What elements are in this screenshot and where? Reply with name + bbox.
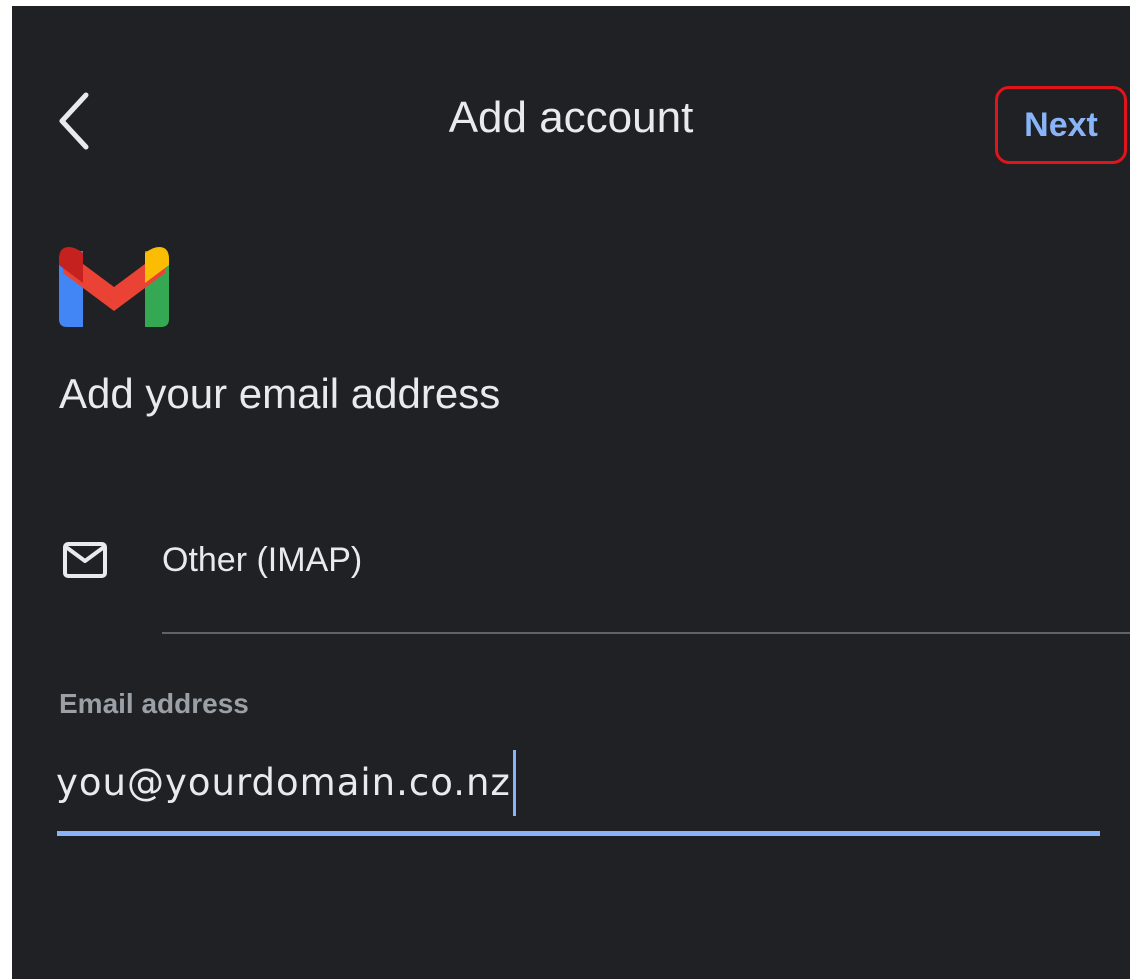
gmail-logo-icon: [59, 247, 169, 327]
email-field-label: Email address: [59, 688, 249, 719]
provider-label: Other (IMAP): [162, 541, 363, 579]
email-input-underline: [57, 831, 1100, 836]
add-account-screen: Add account Next Add your email address …: [12, 6, 1130, 979]
email-input[interactable]: [56, 750, 1099, 814]
text-cursor: [512, 750, 516, 816]
provider-option-other-imap[interactable]: Other (IMAP): [12, 516, 1130, 606]
add-email-heading: Add your email address: [59, 370, 501, 417]
back-button[interactable]: [48, 86, 98, 156]
divider: [162, 632, 1130, 634]
chevron-left-icon: [59, 92, 89, 150]
envelope-icon: [63, 542, 107, 578]
page-title: Add account: [448, 93, 694, 142]
next-button[interactable]: Next: [995, 86, 1127, 164]
